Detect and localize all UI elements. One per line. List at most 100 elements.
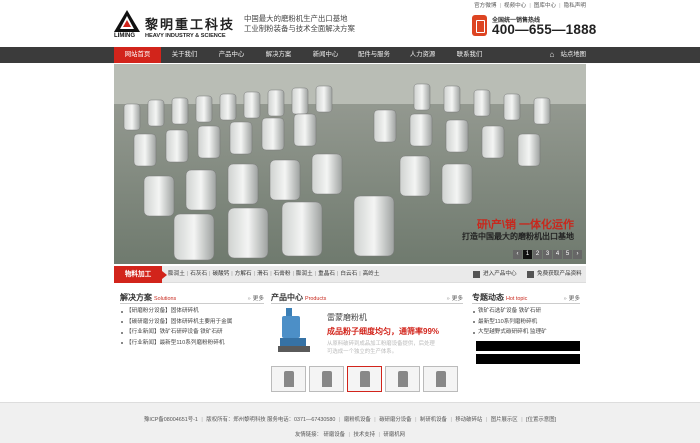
list-item[interactable]: 【行业新闻】铁矿石研碎设备 铁矿石研 — [120, 327, 264, 338]
list-item[interactable]: 大型越野式碳研碎机 监理矿 — [472, 327, 580, 338]
footer-friend-links-label: 友情链接： — [294, 432, 322, 438]
top-link-privacy[interactable]: 隐私声明 — [564, 3, 586, 9]
product-thumb[interactable] — [309, 366, 344, 392]
hotline: 全国统一销售热线 400—655—1888 — [472, 14, 596, 40]
product-thumb[interactable] — [271, 366, 306, 392]
slogan-line-2: 工业制粉装备与技术全面解决方案 — [244, 24, 355, 33]
site-footer: 豫ICP备08004651号-1 | 版权所有：郑州黎明科技 服务电话：0371… — [0, 402, 700, 443]
footer-link[interactable]: 研磨机网 — [383, 432, 405, 438]
nav-products[interactable]: 产品中心 — [208, 47, 255, 63]
list-item[interactable]: 铁矿石选矿设备 铁矿石研 — [472, 306, 580, 317]
solutions-panel: 解决方案Solutions 更多 【研磨粉分设备】固体研碎机 【碳研磨分设备】固… — [120, 290, 264, 348]
list-item[interactable]: 【碳研磨分设备】固体研碎机主要用于金属 — [120, 317, 264, 328]
slogan: 中国最大的磨粉机生产出口基地 工业制粉装备与技术全面解决方案 — [244, 14, 355, 34]
banner-subline: 打造中国最大的磨粉机出口基地 — [462, 232, 574, 241]
footer-link[interactable]: 移动破碎站 — [455, 417, 482, 423]
enter-products-button[interactable]: 进入产品中心 — [472, 269, 517, 280]
nav-solutions[interactable]: 解决方案 — [255, 47, 302, 63]
pager-prev-icon[interactable]: ‹ — [513, 250, 522, 259]
nav-home[interactable]: 网站首页 — [114, 47, 161, 63]
material-links: 膨润土 | 石灰石 | 碳酸钙 | 方解石 | 滑石 | 石膏粉 | 膨润土 | 重晶石 | 白云石 | 高岭土 — [168, 271, 380, 277]
banner-headline: 研\产\销 一体化运作 — [476, 219, 574, 231]
top-link-video[interactable]: 视频中心 — [504, 3, 526, 9]
material-link[interactable]: 膨润土 — [296, 271, 313, 277]
pager-page-3[interactable]: 3 — [543, 250, 552, 259]
nav-contact[interactable]: 联系我们 — [446, 47, 493, 63]
product-tagline: 成品粉子细度均匀，通筛率99% — [327, 327, 440, 336]
top-link-gallery[interactable]: 图库中心 — [534, 3, 556, 9]
solutions-title: 解决方案 Solutions — [120, 293, 177, 302]
material-link[interactable]: 方解石 — [235, 271, 252, 277]
product-thumb[interactable] — [423, 366, 458, 392]
banner-pager: ‹ 1 2 3 4 5 › — [513, 250, 582, 259]
hot-topic-header: 专题动态Hot topic 更多 — [472, 290, 580, 304]
product-thumbnails — [271, 366, 458, 392]
product-detail: 从原料破碎到成品加工粉磨设备提供，后处理 可选成一个独立的生产体系。 — [327, 341, 435, 355]
nav-site-map[interactable]: 站点地图 — [548, 47, 586, 63]
solutions-list: 【研磨粉分设备】固体研碎机 【碳研磨分设备】固体研碎机主要用于金属 【行业新闻】… — [120, 306, 264, 348]
nav-news[interactable]: 新闻中心 — [302, 47, 349, 63]
products-more-link[interactable]: 更多 — [447, 294, 463, 302]
logo[interactable]: 黎明重工科技 LIMING HEAVY INDUSTRY & SCIENCE — [114, 10, 240, 40]
hot-topic-title: 专题动态 Hot topic — [472, 293, 528, 302]
product-thumb-active[interactable] — [347, 366, 382, 392]
pager-page-2[interactable]: 2 — [533, 250, 542, 259]
hot-topic-panel: 专题动态Hot topic 更多 铁矿石选矿设备 铁矿石研 最新型110系列磨粉… — [472, 290, 580, 364]
nav-parts-service[interactable]: 配件与服务 — [349, 47, 399, 63]
slogan-line-1: 中国最大的磨粉机生产出口基地 — [244, 14, 348, 23]
main-nav: 网站首页 关于我们 产品中心 解决方案 新闻中心 配件与服务 人力资源 联系我们… — [114, 47, 586, 63]
pager-page-5[interactable]: 5 — [563, 250, 572, 259]
redacted-block — [476, 341, 580, 351]
solutions-header: 解决方案Solutions 更多 — [120, 290, 264, 304]
phone-icon — [472, 15, 487, 36]
logo-mark-icon — [114, 10, 140, 32]
strip-title: 物料加工 — [114, 266, 167, 283]
footer-link[interactable]: 磨粉机设备 — [344, 417, 371, 423]
footer-link[interactable]: 碳研磨分设备 — [379, 417, 411, 423]
pager-page-4[interactable]: 4 — [553, 250, 562, 259]
products-title: 产品中心 Products — [271, 293, 327, 302]
pager-next-icon[interactable]: › — [573, 250, 582, 259]
download-brochure-button[interactable]: 免费获取产品资料 — [526, 269, 582, 280]
footer-line-2: 友情链接： 研磨设备 | 技术支持 | 研磨机网 — [294, 432, 405, 438]
footer-link[interactable]: 研磨设备 — [323, 432, 345, 438]
product-thumb[interactable] — [385, 366, 420, 392]
hot-topic-list: 铁矿石选矿设备 铁矿石研 最新型110系列磨粉碎机 大型越野式碳研碎机 监理矿 — [472, 306, 580, 338]
footer-copyright: 版权所有：郑州黎明科技 服务电话：0371—67430580 — [206, 417, 336, 423]
footer-icp[interactable]: 豫ICP备08004651号-1 — [144, 417, 198, 423]
material-link[interactable]: 白云石 — [340, 271, 357, 277]
hero-banner[interactable]: 研\产\销 一体化运作 打造中国最大的磨粉机出口基地 ‹ 1 2 3 4 5 › — [114, 64, 586, 264]
site-header: 黎明重工科技 LIMING HEAVY INDUSTRY & SCIENCE 中… — [114, 0, 596, 46]
footer-link[interactable]: 制研机设备 — [420, 417, 447, 423]
logo-english-subtitle: HEAVY INDUSTRY & SCIENCE — [145, 33, 226, 39]
material-link[interactable]: 滑石 — [257, 271, 268, 277]
products-panel: 产品中心Products 更多 雷蒙磨粉机 成品粉子细度均匀，通筛率99% 从原… — [271, 290, 463, 398]
product-image[interactable] — [276, 308, 312, 354]
material-link[interactable]: 高岭土 — [363, 271, 380, 277]
footer-line-1: 豫ICP备08004651号-1 | 版权所有：郑州黎明科技 服务电话：0371… — [143, 417, 557, 423]
hotline-number: 400—655—1888 — [492, 22, 597, 37]
solutions-more-link[interactable]: 更多 — [248, 294, 264, 302]
material-link[interactable]: 石灰石 — [190, 271, 207, 277]
material-link[interactable]: 碳酸钙 — [213, 271, 230, 277]
material-link[interactable]: 重晶石 — [318, 271, 335, 277]
product-name[interactable]: 雷蒙磨粉机 — [327, 312, 367, 323]
top-links: 官方微博 | 视频中心 | 图库中心 | 隐私声明 — [474, 3, 586, 9]
footer-link[interactable]: 技术支持 — [353, 432, 375, 438]
logo-english-brand: LIMING — [114, 33, 135, 39]
hot-topic-more-link[interactable]: 更多 — [564, 294, 580, 302]
redacted-block — [476, 354, 580, 364]
footer-link[interactable]: [位置示意图] — [526, 417, 556, 423]
pager-page-1[interactable]: 1 — [523, 250, 532, 259]
list-item[interactable]: 最新型110系列磨粉碎机 — [472, 317, 580, 328]
nav-about[interactable]: 关于我们 — [161, 47, 208, 63]
list-item[interactable]: 【研磨粉分设备】固体研碎机 — [120, 306, 264, 317]
nav-hr[interactable]: 人力资源 — [399, 47, 446, 63]
material-link[interactable]: 膨润土 — [168, 271, 185, 277]
list-item[interactable]: 【行业新闻】最新型110系列磨粉粉碎机 — [120, 338, 264, 349]
products-header: 产品中心Products 更多 — [271, 290, 463, 304]
footer-link[interactable]: 图片展示区 — [491, 417, 518, 423]
material-strip: 物料加工 膨润土 | 石灰石 | 碳酸钙 | 方解石 | 滑石 | 石膏粉 | 膨润土 | 重晶石 | 白云石 |… — [114, 266, 586, 283]
material-link[interactable]: 石膏粉 — [274, 271, 291, 277]
top-link-weibo[interactable]: 官方微博 — [474, 3, 496, 9]
